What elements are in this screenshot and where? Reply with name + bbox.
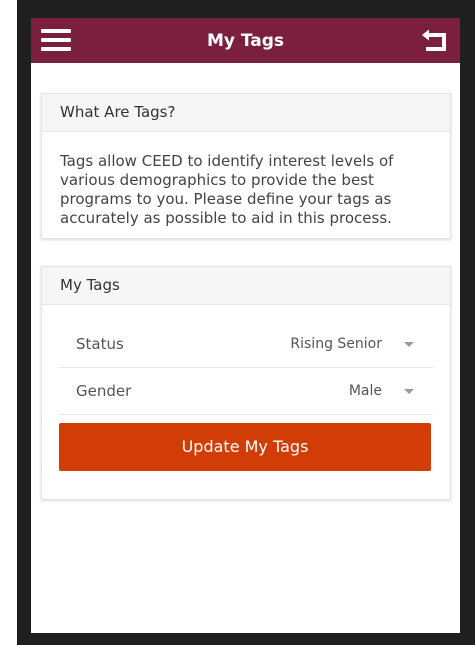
update-tags-button[interactable]: Update My Tags (59, 423, 431, 471)
tags-card: My Tags Status Rising Senior Gender Male… (41, 266, 451, 500)
status-label: Status (76, 335, 124, 353)
info-card-title: What Are Tags? (42, 94, 450, 132)
info-card: What Are Tags? Tags allow CEED to identi… (41, 93, 451, 239)
app-screen: My Tags What Are Tags? Tags allow CEED t… (31, 18, 460, 633)
dropdown-caret-icon (404, 389, 414, 394)
top-bar: My Tags (31, 18, 460, 63)
gender-select[interactable]: Gender Male (59, 368, 433, 415)
gender-label: Gender (76, 382, 132, 400)
page-title: My Tags (206, 31, 285, 51)
dropdown-caret-icon (404, 342, 414, 347)
gender-value: Male (348, 383, 382, 399)
info-card-text: Tags allow CEED to identify interest lev… (60, 152, 394, 227)
return-arrow-icon[interactable] (420, 28, 450, 54)
status-select[interactable]: Status Rising Senior (59, 321, 433, 368)
device-frame: My Tags What Are Tags? Tags allow CEED t… (17, 0, 475, 645)
status-value: Rising Senior (290, 336, 382, 352)
tags-card-title: My Tags (42, 267, 450, 305)
